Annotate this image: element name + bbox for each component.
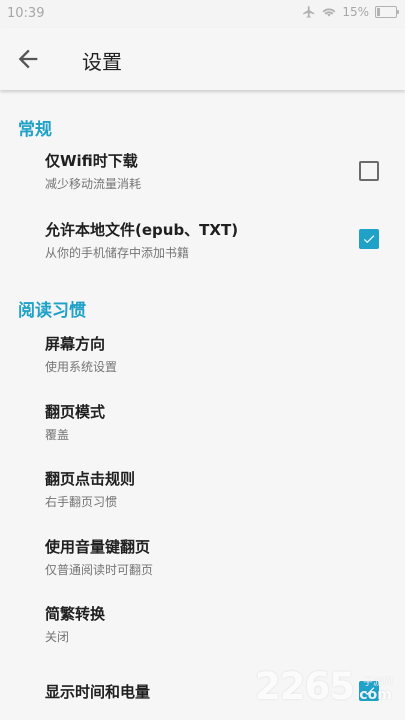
status-time: 10:39 [7,6,45,21]
pref-title: 简繁转换 [45,605,106,623]
pref-title: 使用音量键翻页 [45,538,151,556]
status-bar: 10:39 15% [0,0,405,28]
pref-summary: 减少移动流量消耗 [45,177,142,191]
battery-text: 15% [342,5,369,19]
pref-summary: 从你的手机储存中添加书籍 [45,246,190,260]
settings-list: 常规 仅Wifi时下载 减少移动流量消耗 允许本地文件(epub、TXT) 从你… [0,90,405,720]
status-icons: 15% [302,5,399,19]
section-header-general: 常规 [18,120,52,140]
pref-title: 翻页模式 [45,403,106,421]
pref-title: 翻页点击规则 [45,470,136,488]
pref-summary: 覆盖 [45,428,70,442]
pref-summary: 右手翻页习惯 [45,495,118,509]
battery-level [377,8,380,16]
page-title: 设置 [82,50,122,74]
pref-page-tap-rule[interactable]: 翻页点击规则 右手翻页习惯 [0,468,405,518]
watermark-sub: 手游网 [363,677,393,688]
wifi-only-checkbox[interactable] [359,161,379,181]
pref-page-turn-mode[interactable]: 翻页模式 覆盖 [0,401,405,451]
pref-title: 显示时间和电量 [45,683,151,701]
pref-screen-orientation[interactable]: 屏幕方向 使用系统设置 [0,333,405,383]
pref-summary: 仅普通阅读时可翻页 [45,563,154,577]
back-button[interactable] [14,45,42,73]
section-header-reading-habits: 阅读习惯 [18,301,86,321]
pref-allow-local-files[interactable]: 允许本地文件(epub、TXT) 从你的手机储存中添加书籍 [0,219,405,269]
pref-wifi-only-download[interactable]: 仅Wifi时下载 减少移动流量消耗 [0,150,405,200]
pref-summary: 关闭 [45,630,70,644]
pref-simplified-traditional[interactable]: 简繁转换 关闭 [0,603,405,653]
pref-title: 仅Wifi时下载 [45,152,138,170]
battery-icon [375,6,399,18]
allow-local-files-checkbox[interactable] [359,229,379,249]
watermark-logo: 2265.com 手游网 [255,665,403,717]
airplane-icon [302,5,316,19]
pref-volume-key-turn[interactable]: 使用音量键翻页 仅普通阅读时可翻页 [0,536,405,586]
pref-title: 允许本地文件(epub、TXT) [45,221,239,239]
pref-summary: 使用系统设置 [45,360,118,374]
check-icon [363,235,375,244]
pref-title: 屏幕方向 [45,335,106,353]
arrow-left-icon [18,49,38,69]
wifi-icon [322,6,336,18]
app-bar: 设置 [0,28,405,90]
